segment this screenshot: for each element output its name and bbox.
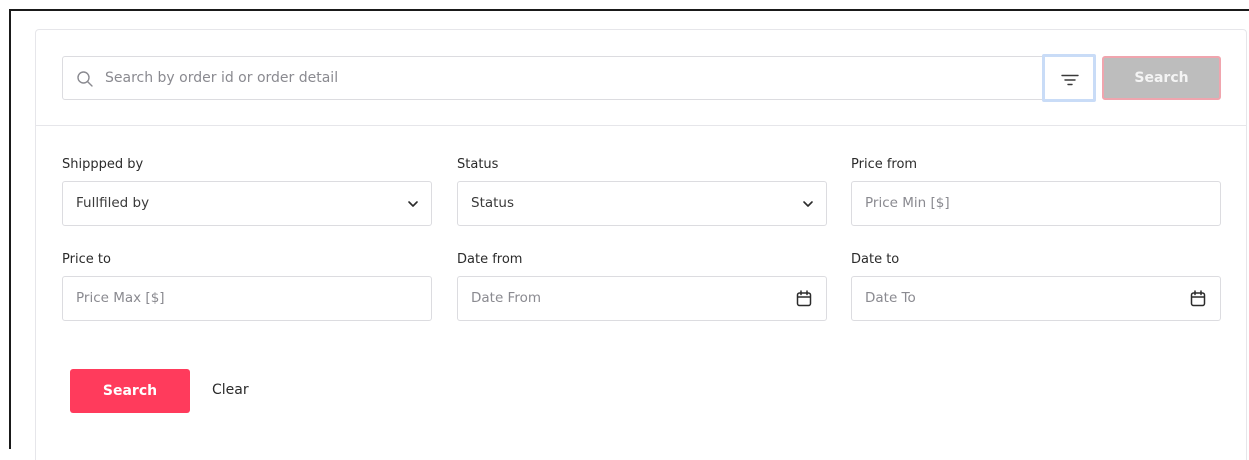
search-bar: Search bbox=[62, 54, 1221, 102]
chevron-down-icon bbox=[408, 201, 418, 207]
search-field[interactable] bbox=[62, 56, 1096, 100]
section-divider bbox=[36, 125, 1246, 126]
top-search-button[interactable]: Search bbox=[1102, 56, 1221, 100]
clear-button[interactable]: Clear bbox=[212, 382, 249, 398]
price-from-label: Price from bbox=[851, 157, 918, 172]
chevron-down-icon bbox=[803, 201, 813, 207]
date-to-label: Date to bbox=[851, 252, 900, 267]
date-from-placeholder: Date From bbox=[471, 290, 542, 306]
search-input[interactable] bbox=[105, 57, 1085, 99]
date-from-label: Date from bbox=[457, 252, 523, 267]
price-min-placeholder: Price Min [$] bbox=[865, 195, 950, 211]
shipped-by-label: Shippped by bbox=[62, 157, 144, 172]
calendar-icon[interactable] bbox=[1190, 290, 1206, 307]
page-frame: Search Shippped by Fullfiled by Status S… bbox=[9, 9, 1249, 460]
filter-toggle-button[interactable] bbox=[1042, 54, 1096, 102]
date-from-input[interactable]: Date From bbox=[457, 276, 827, 321]
calendar-icon[interactable] bbox=[796, 290, 812, 307]
date-to-placeholder: Date To bbox=[865, 290, 916, 306]
price-to-label: Price to bbox=[62, 252, 111, 267]
price-max-input[interactable]: Price Max [$] bbox=[62, 276, 432, 321]
filter-icon bbox=[1061, 74, 1079, 86]
status-value: Status bbox=[471, 195, 515, 211]
price-max-placeholder: Price Max [$] bbox=[76, 290, 165, 306]
price-min-input[interactable]: Price Min [$] bbox=[851, 181, 1221, 226]
order-filter-card: Search Shippped by Fullfiled by Status S… bbox=[35, 29, 1247, 460]
status-label: Status bbox=[457, 157, 499, 172]
search-icon bbox=[77, 71, 93, 87]
search-button[interactable]: Search bbox=[70, 369, 190, 413]
date-to-input[interactable]: Date To bbox=[851, 276, 1221, 321]
status-select[interactable]: Status bbox=[457, 181, 827, 226]
shipped-by-select[interactable]: Fullfiled by bbox=[62, 181, 432, 226]
shipped-by-value: Fullfiled by bbox=[76, 195, 150, 211]
